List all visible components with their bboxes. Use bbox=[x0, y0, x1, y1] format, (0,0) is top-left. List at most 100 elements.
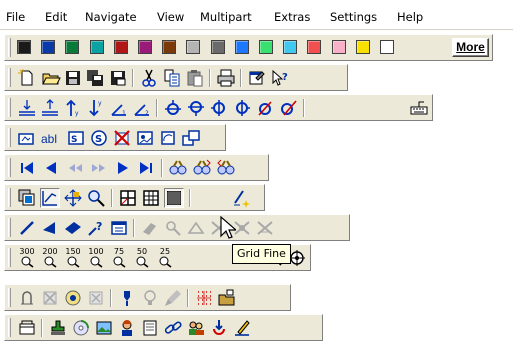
grid-coarse-icon[interactable] bbox=[118, 188, 138, 208]
toolbar-grip[interactable] bbox=[8, 248, 11, 267]
save-all-icon[interactable] bbox=[85, 68, 105, 88]
more-colors-button[interactable]: More bbox=[452, 38, 489, 57]
layers-icon[interactable] bbox=[17, 188, 37, 208]
color-swatch[interactable] bbox=[162, 40, 177, 54]
cd-target-icon[interactable] bbox=[71, 318, 91, 338]
color-swatch[interactable] bbox=[186, 40, 201, 54]
folder-export-icon[interactable] bbox=[217, 288, 237, 308]
people-icon[interactable] bbox=[186, 318, 206, 338]
last-page-icon[interactable] bbox=[136, 158, 156, 178]
node-top-icon[interactable] bbox=[163, 98, 183, 118]
color-swatch[interactable] bbox=[307, 40, 322, 54]
save-icon[interactable] bbox=[63, 68, 83, 88]
color-swatch[interactable] bbox=[113, 40, 128, 54]
grid-medium-icon[interactable] bbox=[141, 188, 161, 208]
draw-line-icon[interactable] bbox=[17, 218, 37, 238]
arrow-left-icon[interactable] bbox=[40, 218, 60, 238]
window-dialog-icon[interactable] bbox=[109, 218, 129, 238]
paste-icon[interactable] bbox=[185, 68, 205, 88]
menu-extras[interactable]: Extras bbox=[274, 10, 310, 24]
grid-fine-icon[interactable] bbox=[164, 188, 184, 208]
pen-sparkle-icon[interactable] bbox=[231, 188, 251, 208]
color-swatch[interactable] bbox=[89, 40, 104, 54]
color-swatch[interactable] bbox=[234, 40, 249, 54]
first-page-icon[interactable] bbox=[17, 158, 37, 178]
insert-note-icon[interactable]: S bbox=[66, 128, 86, 148]
color-swatch[interactable] bbox=[65, 40, 80, 54]
menu-edit[interactable]: Edit bbox=[45, 10, 67, 24]
zoom-search-icon[interactable] bbox=[86, 188, 106, 208]
pen-check-icon[interactable] bbox=[232, 318, 252, 338]
next-page-icon[interactable] bbox=[113, 158, 133, 178]
insert-graphic-icon[interactable] bbox=[17, 128, 37, 148]
color-swatch[interactable] bbox=[17, 40, 31, 54]
toolbar-grip[interactable] bbox=[8, 98, 11, 117]
help-tool-icon[interactable] bbox=[17, 288, 37, 308]
stamp-icon[interactable] bbox=[48, 318, 68, 338]
menu-navigate[interactable]: Navigate bbox=[85, 10, 137, 24]
refresh-arrow-icon[interactable] bbox=[209, 318, 229, 338]
color-swatch[interactable] bbox=[41, 40, 56, 54]
toolbar-grip[interactable] bbox=[8, 38, 11, 57]
zoom-50-icon[interactable]: 50 bbox=[132, 248, 152, 268]
copy-icon[interactable] bbox=[162, 68, 182, 88]
printer-list-icon[interactable] bbox=[140, 318, 160, 338]
move-up-icon[interactable]: y bbox=[63, 98, 83, 118]
properties-icon[interactable] bbox=[247, 68, 267, 88]
move-down-icon[interactable]: y bbox=[86, 98, 106, 118]
marker-icon[interactable] bbox=[117, 288, 137, 308]
arrow-diamond-icon[interactable] bbox=[63, 218, 83, 238]
color-swatch[interactable] bbox=[259, 40, 273, 54]
menu-help[interactable]: Help bbox=[397, 10, 423, 24]
whats-this-help-icon[interactable]: ? bbox=[270, 68, 290, 88]
color-swatch[interactable] bbox=[283, 40, 298, 54]
print-icon[interactable] bbox=[216, 68, 236, 88]
align-top-icon[interactable] bbox=[17, 98, 37, 118]
find-next-icon[interactable] bbox=[192, 158, 212, 178]
color-swatch[interactable] bbox=[331, 40, 346, 54]
align-bottom-icon[interactable] bbox=[40, 98, 60, 118]
picture-edit-icon[interactable] bbox=[94, 318, 114, 338]
toolbar-grip[interactable] bbox=[8, 188, 11, 207]
draw-edit-icon[interactable] bbox=[40, 188, 60, 208]
query-arrow-icon[interactable]: ? bbox=[86, 218, 106, 238]
move-object-icon[interactable] bbox=[63, 188, 83, 208]
toolbar-grip[interactable] bbox=[8, 288, 11, 307]
zoom-200-icon[interactable]: 200 bbox=[40, 248, 60, 268]
node-delete-icon[interactable] bbox=[255, 98, 275, 118]
new-file-icon[interactable] bbox=[17, 68, 37, 88]
menu-file[interactable]: File bbox=[6, 10, 25, 24]
node-right-icon[interactable] bbox=[232, 98, 252, 118]
menu-view[interactable]: View bbox=[157, 10, 184, 24]
person-icon[interactable] bbox=[117, 318, 137, 338]
node-edit-icon[interactable] bbox=[278, 98, 298, 118]
cut-icon[interactable] bbox=[139, 68, 159, 88]
group-objects-icon[interactable] bbox=[181, 128, 201, 148]
previous-page-icon[interactable] bbox=[41, 158, 61, 178]
toolbar-grip[interactable] bbox=[8, 158, 11, 177]
symbol-icon[interactable]: S bbox=[89, 128, 109, 148]
delete-object-icon[interactable] bbox=[112, 128, 132, 148]
zoom-300-icon[interactable]: 300 bbox=[17, 248, 37, 268]
rotate-object-icon[interactable] bbox=[158, 128, 178, 148]
record-icon[interactable] bbox=[63, 288, 83, 308]
menu-multipart[interactable]: Multipart bbox=[200, 10, 252, 24]
find-icon[interactable] bbox=[168, 158, 188, 178]
color-swatch[interactable] bbox=[380, 40, 394, 54]
toolbar-grip[interactable] bbox=[8, 218, 11, 237]
color-swatch[interactable] bbox=[355, 40, 370, 54]
color-swatch[interactable] bbox=[210, 40, 225, 54]
angle-up-icon[interactable]: 1 bbox=[109, 98, 129, 118]
toolbar-grip[interactable] bbox=[8, 68, 11, 87]
zoom-25-icon[interactable]: 25 bbox=[155, 248, 175, 268]
zoom-75-icon[interactable]: 75 bbox=[109, 248, 129, 268]
trash-toolbar-icon[interactable] bbox=[17, 318, 37, 338]
grid-dots-icon[interactable] bbox=[194, 288, 214, 308]
find-previous-icon[interactable] bbox=[216, 158, 236, 178]
toolbar-grip[interactable] bbox=[8, 318, 11, 337]
color-swatch[interactable] bbox=[138, 40, 152, 54]
insert-image-icon[interactable] bbox=[135, 128, 155, 148]
link-chain-icon[interactable] bbox=[163, 318, 183, 338]
zoom-100-icon[interactable]: 100 bbox=[86, 248, 106, 268]
node-bottom-icon[interactable] bbox=[186, 98, 206, 118]
